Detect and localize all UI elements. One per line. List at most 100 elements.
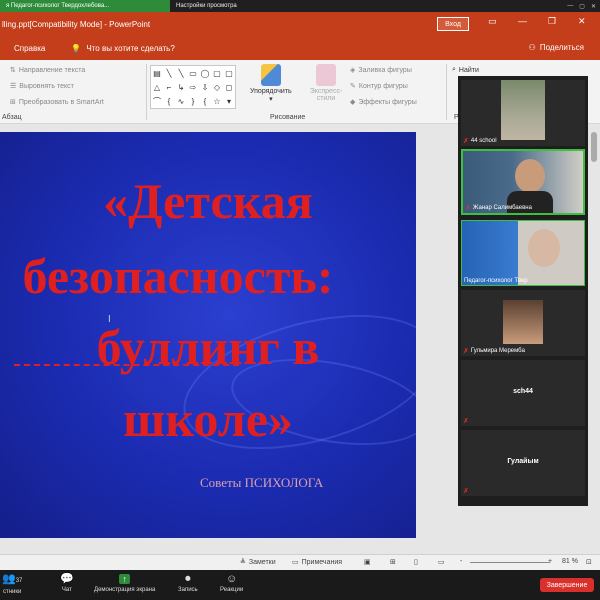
slide-subtitle: Советы ПСИХОЛОГА (200, 475, 324, 490)
tab-help[interactable]: Справка (14, 44, 45, 53)
video-feed (462, 221, 584, 285)
sharing-indicator[interactable]: я Педагог-психолог Твердохлебова... (0, 0, 170, 12)
login-button[interactable]: Вход (437, 17, 469, 31)
textbox-shape-icon[interactable]: ▤ (153, 69, 161, 78)
share-screen-label: Демонстрация экрана (94, 587, 156, 593)
oval-shape-icon[interactable]: ◯ (201, 69, 210, 78)
ribbon-tabs: Справка 💡 Что вы хотите сделать? ⚇ Подел… (0, 36, 600, 60)
participant-display-name: sch44 (513, 388, 533, 395)
smartart-button[interactable]: ⊞ Преобразовать в SmartArt (10, 98, 104, 107)
tell-me-box[interactable]: 💡 Что вы хотите сделать? (71, 44, 174, 53)
participant-name: 44 school (470, 138, 497, 144)
notes-icon: ≜ (240, 559, 246, 566)
find-button[interactable]: ⌕ Найти (452, 66, 479, 74)
shape-outline-button[interactable]: ✎ Контур фигуры (350, 82, 408, 91)
connector-shape-icon[interactable]: ⌐ (167, 83, 172, 92)
slide-title-line-1: «Детская (103, 173, 313, 229)
mic-muted-icon: ✗ (463, 138, 469, 145)
minimize-icon[interactable]: — (518, 16, 527, 26)
profile-photo (503, 300, 543, 344)
wave-shape-icon[interactable]: ∿ (178, 97, 185, 106)
participant-tile[interactable]: Педагог-психолог Твер (461, 220, 585, 286)
brace-shape-icon[interactable]: { (204, 97, 207, 106)
shape-effects-button[interactable]: ◆ Эффекты фигуры (350, 98, 417, 107)
zoom-in-button[interactable]: + (548, 558, 552, 565)
star-shape-icon[interactable]: ☆ (213, 97, 220, 106)
participant-face (515, 159, 545, 193)
ribbon-divider (446, 64, 447, 120)
connector-shape-icon[interactable]: ↳ (178, 83, 185, 92)
text-direction-button[interactable]: ⇅ Направление текста (10, 66, 85, 75)
restore-icon[interactable]: ❐ (548, 16, 556, 27)
maximize-zoom-icon[interactable]: ▢ (579, 3, 585, 10)
chevron-down-icon: ▾ (269, 96, 273, 103)
participant-tile[interactable]: ✗ Гульмира Мерембa (461, 290, 585, 356)
align-text-button[interactable]: ☰ Выровнять текст (10, 82, 74, 91)
participants-button[interactable]: 👥37 стники (2, 573, 22, 595)
participant-name: Гульмира Мерембa (470, 348, 525, 354)
brace-shape-icon[interactable]: } (192, 97, 195, 106)
share-screen-button[interactable]: ↑ Демонстрация экрана (94, 573, 155, 593)
triangle-shape-icon[interactable]: △ (154, 83, 160, 92)
callout-shape-icon[interactable]: ◻ (226, 83, 233, 92)
zoom-slider[interactable] (470, 562, 550, 563)
slideshow-icon[interactable]: ▭ (438, 558, 445, 566)
close-zoom-icon[interactable]: ✕ (591, 3, 596, 10)
quick-styles-button[interactable]: Экспресс-стили (306, 64, 346, 102)
normal-view-icon[interactable]: ▣ (364, 558, 371, 566)
view-options-button[interactable]: Настройки просмотра (176, 3, 237, 9)
slide-canvas[interactable]: «Детская безопасность: буллинг в школе» … (0, 132, 416, 538)
rounded-rect-shape-icon[interactable]: ▢ (225, 69, 233, 78)
reactions-label: Реакции (220, 587, 244, 593)
end-meeting-button[interactable]: Завершение (540, 578, 594, 592)
participants-panel: ✗ 44 school ✗ Жанар Салимбаевна Педагог-пс… (458, 76, 588, 506)
participant-tile[interactable]: Гулайым ✗ (461, 430, 585, 496)
paint-bucket-icon: ◈ (350, 67, 356, 74)
window-title: lling.ppt[Compatibility Mode] - PowerPoi… (2, 19, 151, 29)
zoom-level[interactable]: 81 % (562, 558, 578, 565)
minimize-zoom-icon[interactable]: — (567, 3, 573, 10)
smartart-label: Преобразовать в SmartArt (18, 98, 104, 106)
zoom-out-button[interactable]: - (460, 558, 462, 565)
rectangle-shape-icon[interactable]: ▢ (213, 69, 221, 78)
shapes-gallery[interactable]: ▤ ╲ ╲ ▭ ◯ ▢ ▢ △ ⌐ ↳ ⇨ ⇩ ◇ ◻ ⌒ { ∿ } { ☆ … (150, 65, 236, 109)
notes-label: Заметки (248, 558, 276, 566)
participant-tile[interactable]: ✗ 44 school (461, 80, 585, 146)
flowchart-shape-icon[interactable]: ◇ (214, 83, 220, 92)
fit-slide-icon[interactable]: ⊡ (586, 558, 592, 566)
quick-styles-label: Экспресс-стили (309, 88, 343, 102)
reading-view-icon[interactable]: ▯ (414, 558, 418, 566)
shape-effects-label: Эффекты фигуры (358, 98, 417, 106)
pen-icon: ✎ (350, 83, 356, 90)
participant-face (528, 229, 560, 267)
arrow-down-shape-icon[interactable]: ⇩ (202, 83, 209, 92)
participant-tile[interactable]: sch44 ✗ (461, 360, 585, 426)
close-icon[interactable]: ✕ (578, 16, 586, 27)
rectangle-shape-icon[interactable]: ▭ (189, 69, 197, 78)
shape-outline-label: Контур фигуры (358, 82, 408, 90)
participants-icon: 👥37 (2, 573, 23, 585)
participant-tile[interactable]: ✗ Жанар Салимбаевна (461, 149, 585, 215)
line-shape-icon[interactable]: ╲ (179, 69, 184, 78)
share-button[interactable]: ⚇ Поделиться (529, 43, 584, 52)
line-shape-icon[interactable]: ╲ (167, 69, 172, 78)
comments-button[interactable]: ▭ Примечания (292, 558, 342, 567)
bracket-shape-icon[interactable]: { (168, 97, 171, 106)
mic-muted-icon: ✗ (463, 488, 469, 495)
arrange-button[interactable]: Упорядочить ▾ (250, 64, 292, 103)
smile-icon: ☺ (225, 573, 238, 585)
slide-title-line-4: школе» (123, 391, 293, 447)
arrow-right-shape-icon[interactable]: ⇨ (190, 83, 197, 92)
notes-button[interactable]: ≜ Заметки (240, 558, 276, 567)
arc-shape-icon[interactable]: ⌒ (153, 96, 161, 107)
record-button[interactable]: ⏺ Запись (178, 573, 198, 593)
scrollbar-thumb[interactable] (591, 132, 597, 162)
participant-name: Жанар Салимбаевна (472, 205, 532, 211)
shape-fill-button[interactable]: ◈ Заливка фигуры (350, 66, 412, 75)
chat-button[interactable]: 💬 Чат (60, 573, 74, 593)
slide-sorter-icon[interactable]: ⊞ (390, 558, 396, 566)
ribbon-display-icon[interactable]: ▭ (488, 16, 497, 27)
more-shapes-icon[interactable]: ▾ (227, 97, 231, 106)
effects-icon: ◆ (350, 99, 356, 106)
reactions-button[interactable]: ☺ Реакции (220, 573, 243, 593)
